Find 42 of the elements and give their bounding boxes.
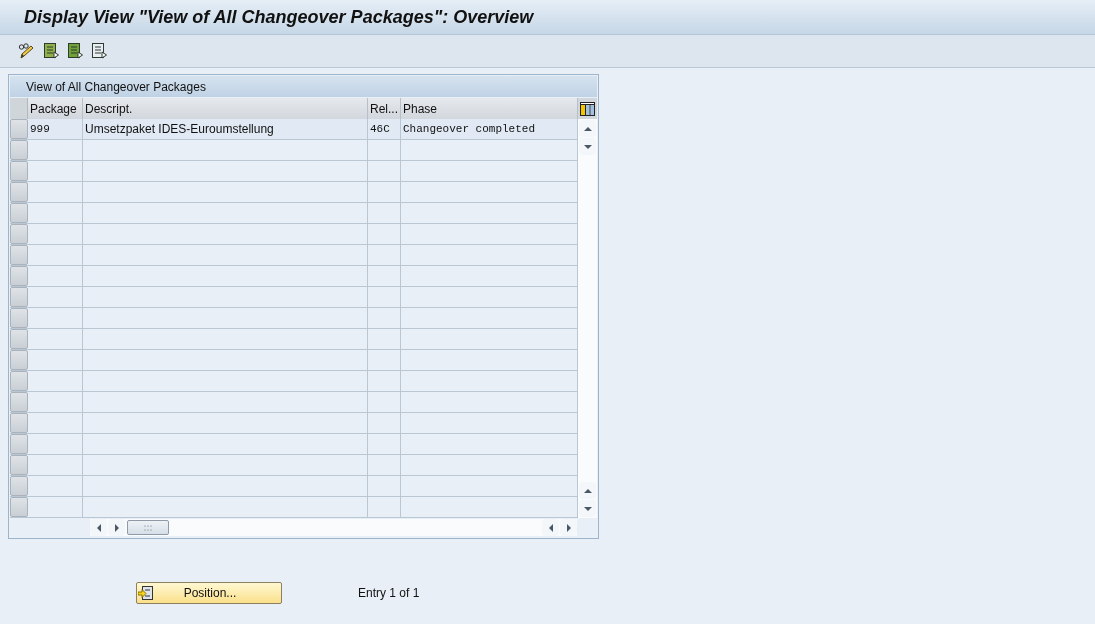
row-selector-button[interactable] [10,119,28,139]
scroll-right-icon[interactable] [560,519,577,536]
position-button[interactable]: Position... [136,582,282,604]
table-title: View of All Changeover Packages [26,78,206,96]
entry-count-text: Entry 1 of 1 [358,585,420,602]
position-arrow-icon [138,586,153,600]
row-selector-button[interactable] [10,329,28,349]
horizontal-scrollbar[interactable] [90,519,577,536]
scroll-up-icon[interactable] [579,482,596,499]
row-selector-button[interactable] [10,434,28,454]
row-selector-button[interactable] [10,455,28,475]
vertical-scrollbar[interactable] [578,119,597,518]
row-selector-button[interactable] [10,497,28,517]
row-selector-button[interactable] [10,392,28,412]
scrollbar-thumb[interactable] [127,520,169,535]
scroll-down-icon[interactable] [579,500,596,517]
row-selector-button[interactable] [10,308,28,328]
row-selector-button[interactable] [10,224,28,244]
row-selector-button[interactable] [10,203,28,223]
row-selector-button[interactable] [10,287,28,307]
table-cell-text: Changeover completed [403,121,536,137]
table-cell-text: 46C [370,121,390,137]
scroll-down-icon[interactable] [579,138,596,155]
row-selector-button[interactable] [10,476,28,496]
table-cell-text: 999 [30,121,50,137]
row-selector-button[interactable] [10,350,28,370]
window-title: Display View "View of All Changeover Packages": Overview [24,5,534,29]
row-selector-button[interactable] [10,182,28,202]
row-selector-button[interactable] [10,371,28,391]
select-all-button[interactable] [10,98,28,119]
pencil-glasses-icon[interactable] [18,43,35,59]
row-selector-button[interactable] [10,266,28,286]
row-selector-button[interactable] [10,161,28,181]
scroll-left-icon[interactable] [542,519,559,536]
scroll-left-icon[interactable] [90,519,107,536]
row-selector-button[interactable] [10,245,28,265]
row-selector-button[interactable] [10,140,28,160]
table-cell-text: Umsetzpaket IDES-Euroumstellung [85,121,274,138]
columns-icon[interactable] [578,98,597,119]
scroll-right-icon[interactable] [108,519,125,536]
scroll-up-icon[interactable] [579,120,596,137]
row-selector-button[interactable] [10,413,28,433]
